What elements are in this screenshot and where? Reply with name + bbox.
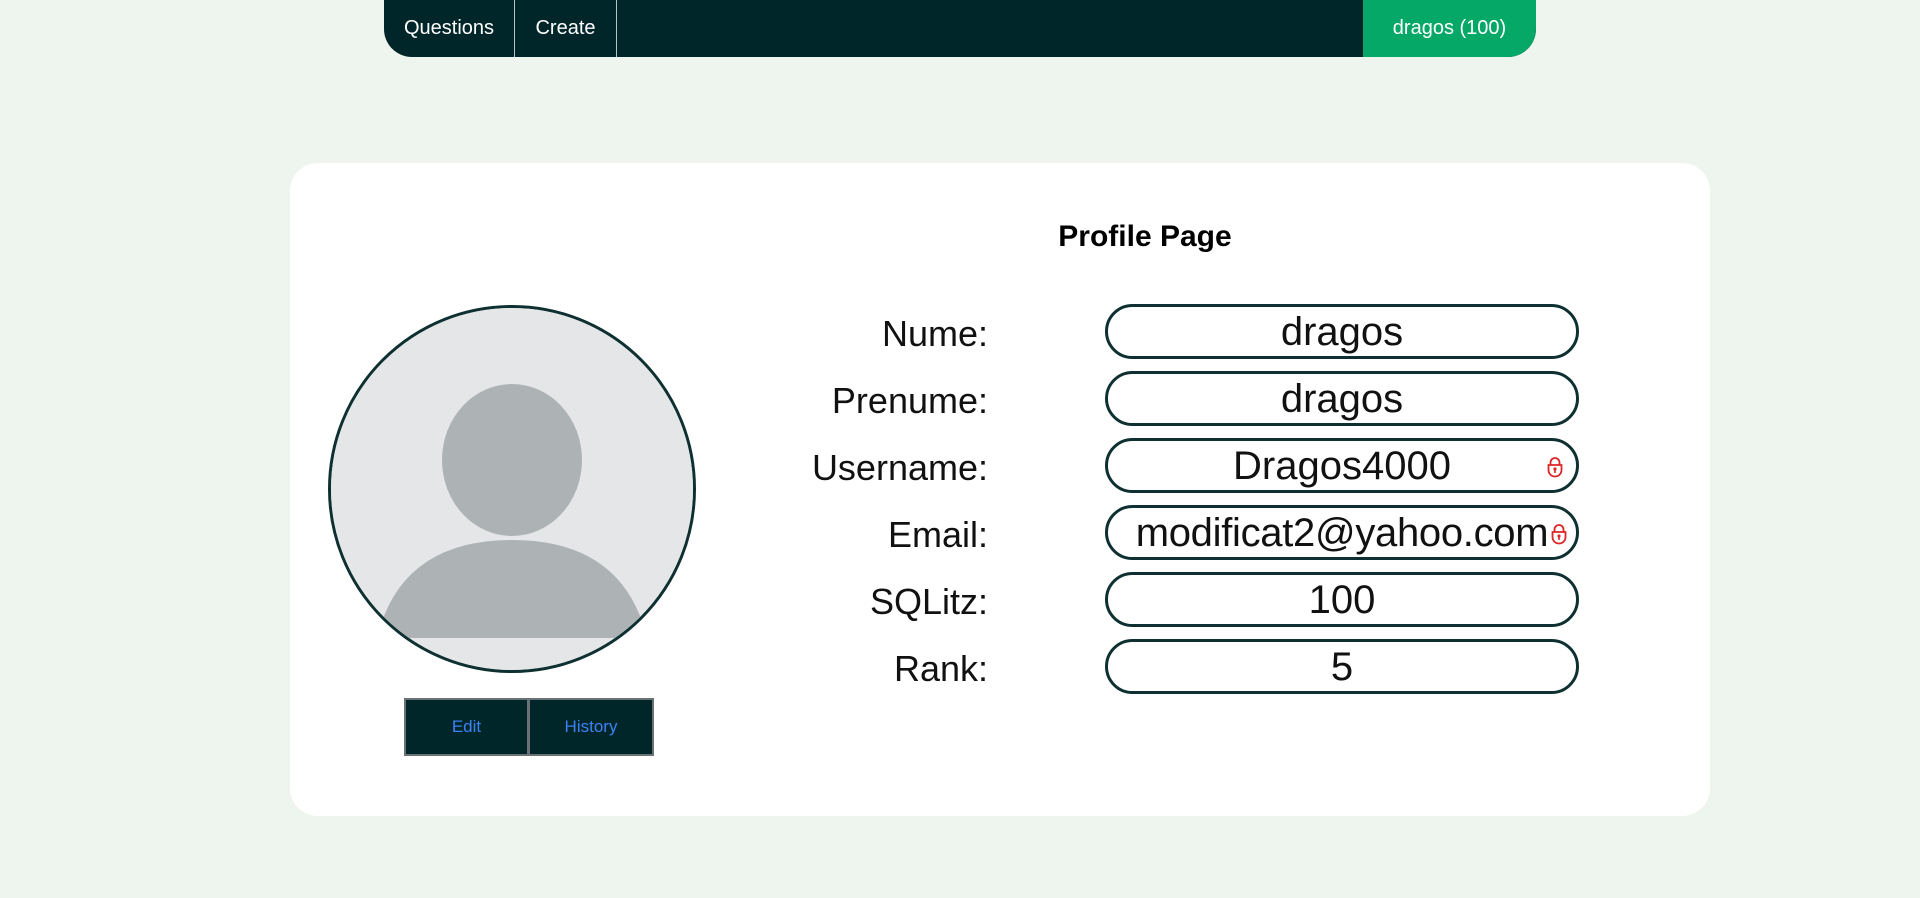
field-label-email: Email: [887,514,988,555]
field-value-rank: 5 [1330,645,1354,689]
history-button[interactable]: History [529,698,654,756]
profile-card: Profile Page Edit History Nume: dragos P… [290,163,1710,816]
field-value-username: Dragos4000 [1233,444,1451,488]
field-row-prenume: Prenume: dragos [290,371,1710,426]
field-label-nume: Nume: [881,313,988,354]
nume-field[interactable]: dragos [1105,304,1579,359]
field-value-nume: dragos [1280,310,1404,354]
username-field[interactable]: Dragos4000 [1105,438,1579,493]
page-title: Profile Page [1058,220,1232,253]
field-row-nume: Nume: dragos [290,304,1710,359]
sqlitz-field[interactable]: 100 [1105,572,1579,627]
field-label-prenume: Prenume: [831,380,988,421]
nav-questions-link[interactable]: Questions [384,0,515,57]
email-field[interactable]: modificat2@yahoo.com [1105,505,1579,560]
top-navbar: Questions Create dragos (100) [384,0,1536,57]
field-label-sqlitz: SQLitz: [869,581,988,622]
field-row-username: Username: Dragos4000 [290,438,1710,493]
nav-create-link[interactable]: Create [515,0,617,57]
field-value-email: modificat2@yahoo.com [1135,511,1549,555]
field-row-rank: Rank: 5 [290,639,1710,694]
rank-field[interactable]: 5 [1105,639,1579,694]
field-label-rank: Rank: [893,648,988,689]
avatar-button-group: Edit History [404,698,654,756]
field-value-prenume: dragos [1280,377,1404,421]
nav-user-badge[interactable]: dragos (100) [1363,0,1536,57]
field-row-email: Email: modificat2@yahoo.com [290,505,1710,560]
edit-button[interactable]: Edit [404,698,529,756]
prenume-field[interactable]: dragos [1105,371,1579,426]
field-row-sqlitz: SQLitz: 100 [290,572,1710,627]
field-label-username: Username: [811,447,988,488]
lock-icon [1547,457,1563,478]
field-value-sqlitz: 100 [1308,578,1376,622]
lock-icon [1551,524,1567,545]
